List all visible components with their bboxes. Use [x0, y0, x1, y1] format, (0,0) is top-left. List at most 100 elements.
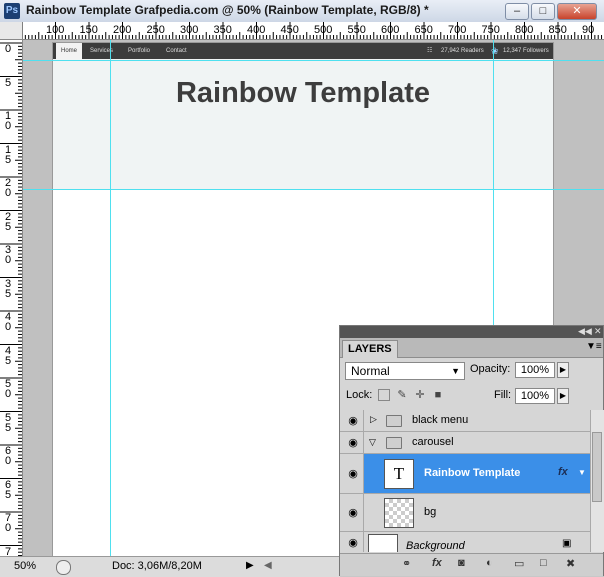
ruler-label: 600	[381, 24, 400, 36]
mockup-readers: 27,942 Readers	[441, 48, 484, 54]
minimize-button[interactable]: –	[505, 3, 529, 20]
panel-header-strip: ◀◀ ✕	[340, 326, 603, 338]
status-menu-arrow-icon[interactable]: ▶	[246, 560, 254, 571]
ruler-label: 850	[548, 24, 567, 36]
horizontal-guide[interactable]	[23, 189, 604, 190]
layers-panel: ◀◀ ✕ LAYERS ▼≡ Normal ▼ Opacity: 100% ▶ …	[339, 325, 604, 576]
ruler-label: 700	[448, 24, 467, 36]
tab-layers[interactable]: LAYERS	[342, 340, 398, 358]
close-button[interactable]: ✕	[557, 3, 597, 20]
ruler-label: 40	[4, 311, 12, 333]
layer-row-bg[interactable]: ◉ bg	[340, 494, 590, 532]
panel-menu-icon[interactable]: ▼≡	[586, 341, 602, 352]
ruler-label: 5	[4, 76, 12, 89]
ruler-label: 800	[515, 24, 534, 36]
collapse-triangle-icon[interactable]: ▽	[369, 437, 376, 448]
visibility-toggle[interactable]: ◉	[340, 432, 364, 453]
new-group-folder-icon[interactable]: ▭	[514, 557, 524, 570]
mockup-nav-home: Home	[56, 43, 83, 59]
adjustment-layer-icon[interactable]: ◐	[486, 557, 493, 569]
layer-row-black-menu[interactable]: ◉ ▷ black menu	[340, 410, 590, 432]
lock-position-move-icon[interactable]: ✛	[414, 389, 426, 401]
ruler-label: 100	[46, 24, 65, 36]
zoom-level[interactable]: 50%	[4, 560, 46, 574]
ruler-label: 400	[247, 24, 266, 36]
text-layer-thumbnail-icon: T	[384, 459, 414, 489]
delete-layer-trash-icon[interactable]: ✖	[566, 557, 575, 570]
mockup-nav-contact: Contact	[166, 48, 187, 54]
lock-label: Lock:	[346, 389, 373, 401]
close-panel-icon[interactable]: ✕	[594, 326, 602, 337]
lock-transparency-icon[interactable]	[378, 389, 390, 401]
fill-input[interactable]: 100%	[515, 388, 555, 404]
vertical-ruler[interactable]: 0 5 10 15 20 25 30 35 40 45 50 55 60 65 70 75	[0, 40, 23, 556]
window-title: Rainbow Template Grafpedia.com @ 50% (Ra…	[26, 3, 429, 17]
scrollbar-thumb[interactable]	[592, 432, 602, 502]
link-layers-icon[interactable]: ⚭	[402, 557, 411, 570]
effects-expand-icon[interactable]: ▼	[578, 468, 586, 477]
transparent-thumbnail	[384, 498, 414, 528]
visibility-toggle[interactable]: ◉	[340, 494, 364, 531]
layer-row-carousel[interactable]: ◉ ▽ carousel	[340, 432, 590, 454]
opacity-label: Opacity:	[470, 363, 511, 375]
layer-list: ◉ ▷ black menu ◉ ▽ carousel ◉ T Rainbow …	[340, 410, 590, 552]
mockup-nav-bar: Home Services Portfolio Contact ☷ 27,942…	[53, 43, 553, 59]
vertical-guide[interactable]	[110, 40, 111, 556]
ruler-label: 10	[4, 110, 12, 132]
blend-mode-select[interactable]: Normal ▼	[345, 362, 465, 380]
ruler-origin[interactable]	[0, 22, 23, 40]
fill-slider-arrow-icon[interactable]: ▶	[557, 388, 569, 404]
ruler-label: 55	[4, 411, 12, 434]
visibility-toggle[interactable]: ◉	[340, 454, 364, 493]
mockup-followers: 12,347 Followers	[503, 48, 549, 54]
horizontal-guide[interactable]	[23, 60, 604, 61]
ruler-label: 200	[113, 24, 132, 36]
layer-name: carousel	[412, 436, 454, 448]
ruler-label: 75	[4, 545, 12, 556]
ruler-label: 35	[4, 277, 12, 300]
ruler-label: 0	[4, 43, 12, 55]
opacity-input[interactable]: 100%	[515, 362, 555, 378]
eye-icon: ◉	[348, 437, 358, 449]
visibility-toggle[interactable]: ◉	[340, 410, 364, 431]
mockup-nav-portfolio: Portfolio	[128, 48, 151, 54]
rss-icon: ☷	[427, 48, 433, 54]
opacity-slider-arrow-icon[interactable]: ▶	[557, 362, 569, 378]
layer-effects-fx-icon[interactable]: fx	[558, 466, 568, 478]
ruler-label: 65	[4, 478, 12, 501]
maximize-button[interactable]: □	[531, 3, 555, 20]
layer-row-background[interactable]: ◉ Background ▣	[340, 532, 590, 552]
layer-name: Rainbow Template	[424, 467, 521, 479]
expand-triangle-icon[interactable]: ▷	[370, 414, 377, 425]
window-title-bar: Ps Rainbow Template Grafpedia.com @ 50% …	[0, 0, 604, 23]
lock-all-padlock-icon[interactable]: ■	[432, 389, 444, 401]
ruler-label: 500	[314, 24, 333, 36]
collapse-panel-icon[interactable]: ◀◀	[578, 326, 592, 337]
add-mask-icon[interactable]: ◙	[458, 557, 465, 569]
ruler-label: 250	[146, 24, 165, 36]
new-layer-icon[interactable]: □	[540, 557, 547, 569]
layers-scrollbar[interactable]	[590, 410, 604, 552]
layer-name: black menu	[412, 414, 469, 426]
add-style-fx-icon[interactable]: fx	[432, 557, 442, 569]
ruler-label: 25	[4, 210, 12, 233]
layer-name: Background	[406, 540, 465, 552]
ruler-label: 45	[4, 344, 12, 367]
visibility-toggle[interactable]: ◉	[340, 532, 364, 552]
photoshop-app-icon: Ps	[4, 3, 20, 19]
mockup-hero: Rainbow Template	[53, 59, 553, 189]
layer-row-rainbow-template[interactable]: ◉ T Rainbow Template fx ▼	[340, 454, 590, 494]
layer-name: bg	[424, 506, 437, 518]
lock-image-brush-icon[interactable]: ✎	[396, 389, 408, 401]
ruler-label: 450	[280, 24, 299, 36]
status-info-icon[interactable]	[56, 560, 71, 575]
ruler-label: 20	[4, 177, 12, 199]
scroll-left-arrow-icon[interactable]: ◀	[264, 560, 272, 571]
hero-title: Rainbow Template	[175, 77, 431, 109]
status-bar: 50% Doc: 3,06M/8,20M ▶ ◀	[0, 556, 340, 577]
fill-label: Fill:	[494, 389, 512, 401]
eye-icon: ◉	[348, 415, 358, 427]
background-thumbnail	[368, 534, 398, 552]
horizontal-ruler[interactable]: 100 150 200 250 300 350 400 450 500 550 600 650 700 7…	[22, 22, 604, 40]
ruler-label: 750	[481, 24, 500, 36]
